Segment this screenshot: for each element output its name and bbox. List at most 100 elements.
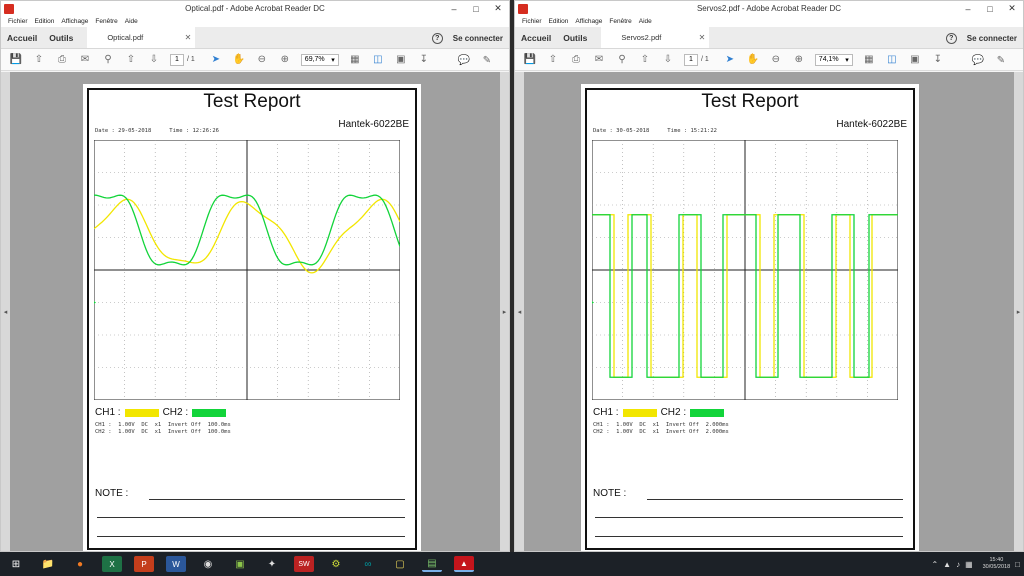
app-image-icon[interactable]: ▣: [230, 556, 250, 572]
notifications-icon[interactable]: □: [1015, 560, 1020, 569]
language-icon[interactable]: ▦: [965, 560, 973, 569]
oscilloscope-display: [94, 140, 400, 400]
fullscreen-icon[interactable]: ▣: [394, 53, 408, 67]
acrobat-window-optical[interactable]: Optical.pdf - Adobe Acrobat Reader DC – …: [0, 0, 510, 552]
next-page-icon[interactable]: ⇩: [147, 53, 161, 67]
document-viewer[interactable]: ◂ ▸ Test Report Hantek-6022BE Date : 29-…: [1, 72, 509, 551]
page-number-input[interactable]: 1: [684, 53, 698, 66]
search-icon[interactable]: ⚲: [615, 53, 629, 67]
word-icon[interactable]: W: [166, 556, 186, 572]
upload-icon[interactable]: ⇧: [32, 53, 46, 67]
zoom-out-icon[interactable]: ⊖: [255, 53, 269, 67]
select-cursor-icon[interactable]: ➤: [723, 53, 737, 67]
minimize-icon[interactable]: –: [957, 1, 979, 16]
email-icon[interactable]: ✉: [78, 53, 92, 67]
comment-icon[interactable]: 💬: [457, 53, 471, 67]
powerpoint-icon[interactable]: P: [134, 556, 154, 572]
email-icon[interactable]: ✉: [592, 53, 606, 67]
chevron-up-icon[interactable]: ⌃: [931, 560, 938, 569]
zoom-in-icon[interactable]: ⊕: [792, 53, 806, 67]
app-scope-icon[interactable]: ▤: [422, 556, 442, 572]
excel-icon[interactable]: X: [102, 556, 122, 572]
menu-edition[interactable]: Edition: [35, 18, 55, 25]
menu-fichier[interactable]: Fichier: [8, 18, 28, 25]
zoom-select[interactable]: 69,7% ▾: [300, 53, 339, 66]
network-icon[interactable]: ▲: [943, 560, 951, 569]
menu-fenetre[interactable]: Fenêtre: [95, 18, 117, 25]
comment-icon[interactable]: 💬: [971, 53, 985, 67]
hand-tool-icon[interactable]: ✋: [746, 53, 760, 67]
menu-fichier[interactable]: Fichier: [522, 18, 542, 25]
file-explorer-icon[interactable]: 📁: [38, 556, 58, 572]
prev-page-icon[interactable]: ⇧: [124, 53, 138, 67]
close-icon[interactable]: ✕: [1001, 1, 1023, 16]
left-panel-toggle[interactable]: ◂: [1, 72, 10, 551]
menu-aide[interactable]: Aide: [125, 18, 138, 25]
document-viewer[interactable]: ◂ ▸ Test Report Hantek-6022BE Date : 30-…: [515, 72, 1023, 551]
acrobat-window-servos2[interactable]: Servos2.pdf - Adobe Acrobat Reader DC – …: [514, 0, 1024, 552]
search-icon[interactable]: ⚲: [101, 53, 115, 67]
title-bar[interactable]: Optical.pdf - Adobe Acrobat Reader DC – …: [1, 1, 509, 16]
maximize-icon[interactable]: □: [465, 1, 487, 16]
hand-tool-icon[interactable]: ✋: [232, 53, 246, 67]
zoom-select[interactable]: 74,1% ▾: [814, 53, 853, 66]
note-line: [595, 517, 903, 518]
sign-in-link[interactable]: Se connecter: [453, 34, 503, 43]
tab-close-icon[interactable]: ✕: [185, 33, 192, 42]
tab-accueil[interactable]: Accueil: [515, 27, 557, 48]
app-notes-icon[interactable]: ▢: [390, 556, 410, 572]
right-panel-toggle[interactable]: ▸: [500, 72, 509, 551]
maximize-icon[interactable]: □: [979, 1, 1001, 16]
acrobat-taskbar-icon[interactable]: ▲: [454, 556, 474, 572]
tab-outils[interactable]: Outils: [43, 27, 79, 48]
minimize-icon[interactable]: –: [443, 1, 465, 16]
app-tool-icon[interactable]: ⚙: [326, 556, 346, 572]
title-bar[interactable]: Servos2.pdf - Adobe Acrobat Reader DC – …: [515, 1, 1023, 16]
arduino-icon[interactable]: ∞: [358, 556, 378, 572]
tab-accueil[interactable]: Accueil: [1, 27, 43, 48]
menu-aide[interactable]: Aide: [639, 18, 652, 25]
sign-in-link[interactable]: Se connecter: [967, 34, 1017, 43]
zoom-in-icon[interactable]: ⊕: [278, 53, 292, 67]
sign-pen-icon[interactable]: ✎: [480, 53, 494, 67]
tab-document[interactable]: Optical.pdf ✕: [87, 27, 196, 48]
menu-edition[interactable]: Edition: [549, 18, 569, 25]
menu-affichage[interactable]: Affichage: [61, 18, 88, 25]
tab-outils[interactable]: Outils: [557, 27, 593, 48]
volume-icon[interactable]: ♪: [956, 560, 960, 569]
right-panel-toggle[interactable]: ▸: [1014, 72, 1023, 551]
app-globe-icon[interactable]: ◉: [198, 556, 218, 572]
save-icon[interactable]: 💾: [523, 53, 537, 67]
report-time: Time : 12:26:26: [169, 128, 219, 134]
prev-page-icon[interactable]: ⇧: [638, 53, 652, 67]
scroll-mode-icon[interactable]: ◫: [885, 53, 899, 67]
print-icon[interactable]: ⎙: [569, 53, 583, 67]
download-icon[interactable]: ↧: [931, 53, 945, 67]
fit-page-icon[interactable]: ▦: [862, 53, 876, 67]
fit-page-icon[interactable]: ▦: [348, 53, 362, 67]
zoom-out-icon[interactable]: ⊖: [769, 53, 783, 67]
page-number-input[interactable]: 1: [170, 53, 184, 66]
select-cursor-icon[interactable]: ➤: [209, 53, 223, 67]
solidworks-icon[interactable]: SW: [294, 556, 314, 572]
app-satellite-icon[interactable]: ✦: [262, 556, 282, 572]
help-icon[interactable]: ?: [431, 32, 443, 44]
tab-close-icon[interactable]: ✕: [699, 33, 706, 42]
upload-icon[interactable]: ⇧: [546, 53, 560, 67]
download-icon[interactable]: ↧: [417, 53, 431, 67]
next-page-icon[interactable]: ⇩: [661, 53, 675, 67]
help-icon[interactable]: ?: [945, 32, 957, 44]
clock[interactable]: 15:40 30/05/2018: [983, 557, 1011, 571]
save-icon[interactable]: 💾: [9, 53, 23, 67]
start-windows-icon[interactable]: ⊞: [6, 556, 26, 572]
left-panel-toggle[interactable]: ◂: [515, 72, 524, 551]
tab-document[interactable]: Servos2.pdf ✕: [601, 27, 710, 48]
scroll-mode-icon[interactable]: ◫: [371, 53, 385, 67]
fullscreen-icon[interactable]: ▣: [908, 53, 922, 67]
print-icon[interactable]: ⎙: [55, 53, 69, 67]
sign-pen-icon[interactable]: ✎: [994, 53, 1008, 67]
menu-fenetre[interactable]: Fenêtre: [609, 18, 631, 25]
menu-affichage[interactable]: Affichage: [575, 18, 602, 25]
firefox-icon[interactable]: ●: [70, 556, 90, 572]
close-icon[interactable]: ✕: [487, 1, 509, 16]
